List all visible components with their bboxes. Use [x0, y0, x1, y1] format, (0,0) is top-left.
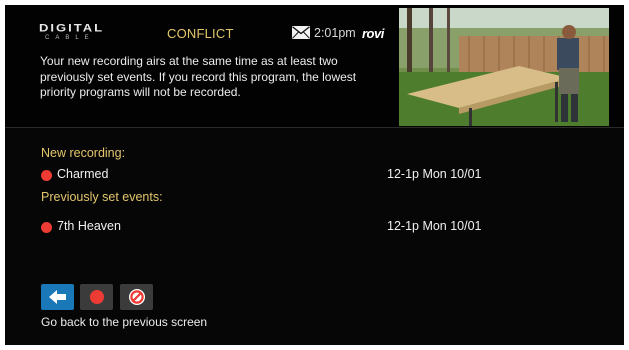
header-divider — [5, 127, 624, 128]
record-icon — [41, 222, 52, 233]
record-button[interactable] — [80, 284, 113, 310]
conflict-screen: DIGITAL CABLE CONFLICT 2:01pm rovi Your … — [5, 5, 624, 345]
conflict-message: Your new recording airs at the same time… — [40, 54, 357, 99]
record-icon — [41, 170, 52, 181]
cancel-icon — [128, 289, 145, 305]
action-hint: Go back to the previous screen — [41, 315, 208, 329]
screen-title: CONFLICT — [167, 26, 234, 41]
previous-event-row[interactable]: 7th Heaven 12-1p Mon 10/01 — [41, 219, 491, 235]
envelope-icon — [292, 26, 310, 39]
event-title: 7th Heaven — [57, 219, 121, 233]
digital-cable-logo: DIGITAL CABLE — [39, 21, 115, 42]
event-time: 12-1p Mon 10/01 — [387, 219, 482, 233]
new-recording-row[interactable]: Charmed 12-1p Mon 10/01 — [41, 167, 491, 183]
back-button[interactable] — [41, 284, 74, 310]
record-icon — [89, 290, 104, 304]
logo-main-text: DIGITAL — [39, 21, 105, 34]
cancel-button[interactable] — [120, 284, 153, 310]
event-time: 12-1p Mon 10/01 — [387, 167, 482, 181]
logo-sub-text: CABLE — [45, 35, 95, 41]
live-tv-preview — [399, 8, 609, 126]
new-recording-label: New recording: — [41, 146, 126, 160]
event-title: Charmed — [57, 167, 109, 181]
rovi-logo: rovi — [362, 26, 384, 41]
previous-events-label: Previously set events: — [41, 190, 163, 204]
clock: 2:01pm — [314, 26, 356, 40]
back-arrow-icon — [48, 290, 66, 304]
